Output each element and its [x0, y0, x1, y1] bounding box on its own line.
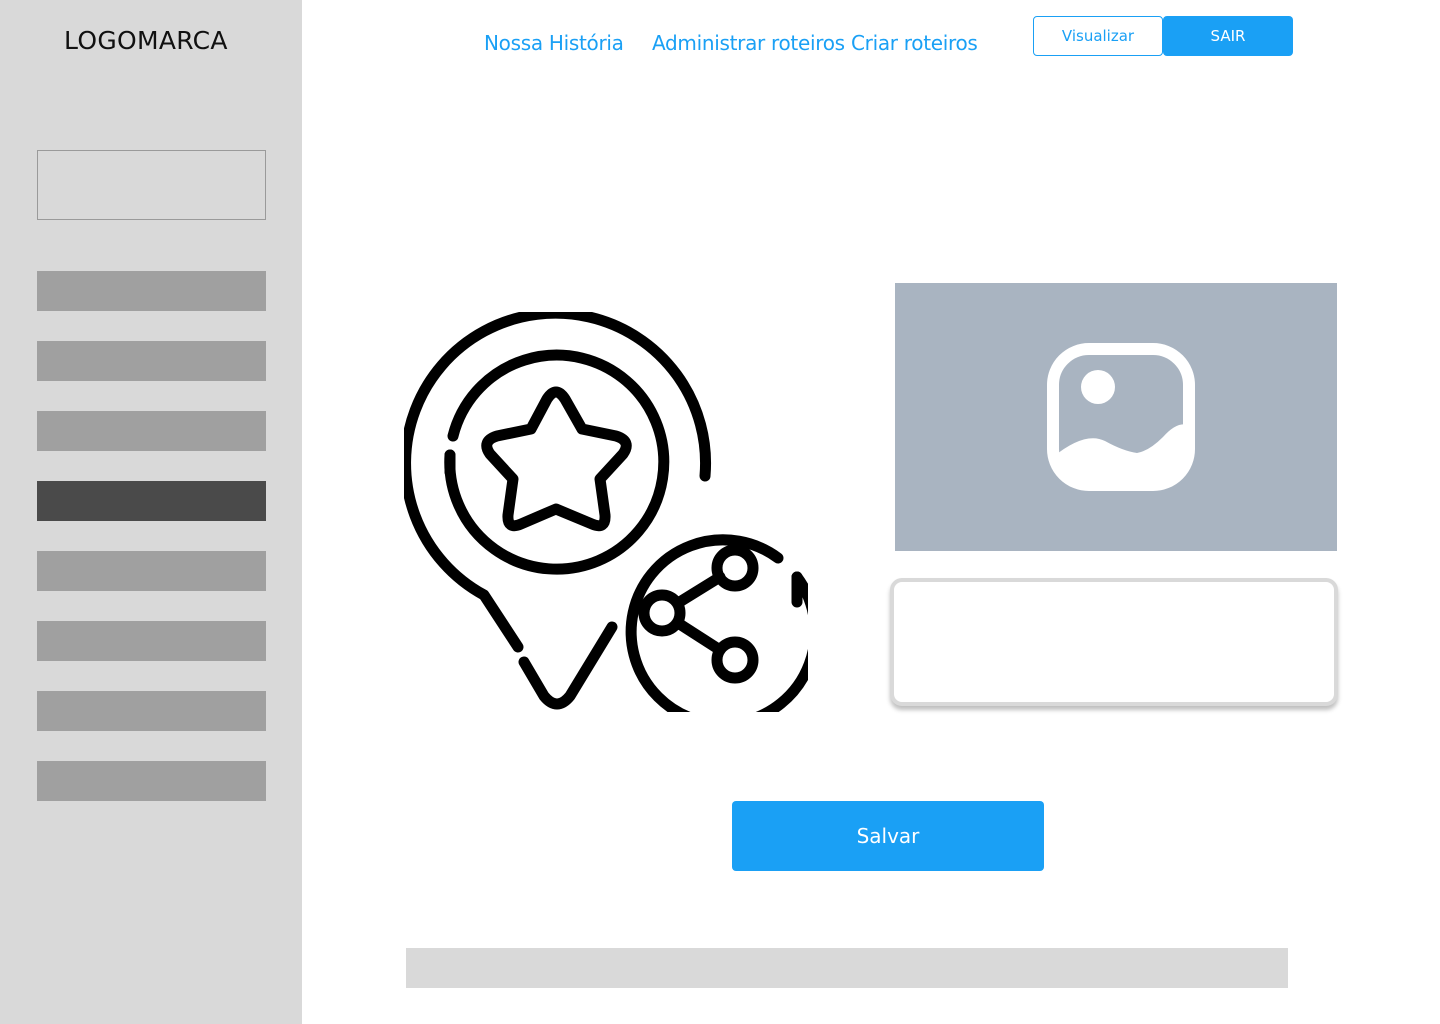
sidebar-item-2[interactable]: [37, 341, 266, 381]
sidebar-item-7[interactable]: [37, 691, 266, 731]
image-icon: [1047, 343, 1195, 491]
map-pin-star-share-icon: [404, 312, 808, 712]
logo: LOGOMARCA: [64, 26, 228, 55]
sidebar-item-4-active[interactable]: [37, 481, 266, 521]
sidebar-item-3[interactable]: [37, 411, 266, 451]
sidebar-search-box[interactable]: [37, 150, 266, 220]
sidebar-item-5[interactable]: [37, 551, 266, 591]
visualizar-button[interactable]: Visualizar: [1033, 16, 1163, 56]
save-button[interactable]: Salvar: [732, 801, 1044, 871]
description-text-box[interactable]: [890, 578, 1338, 706]
footer-bar: [406, 948, 1288, 988]
sair-button[interactable]: SAIR: [1163, 16, 1293, 56]
image-placeholder[interactable]: [895, 283, 1337, 551]
sidebar-item-6[interactable]: [37, 621, 266, 661]
nav-criar-roteiros[interactable]: Criar roteiros: [851, 31, 978, 55]
sidebar-item-8[interactable]: [37, 761, 266, 801]
nav-administrar-roteiros[interactable]: Administrar roteiros: [652, 31, 845, 55]
nav-nossa-historia[interactable]: Nossa História: [484, 31, 624, 55]
sidebar-item-1[interactable]: [37, 271, 266, 311]
sidebar: LOGOMARCA: [0, 0, 302, 1024]
